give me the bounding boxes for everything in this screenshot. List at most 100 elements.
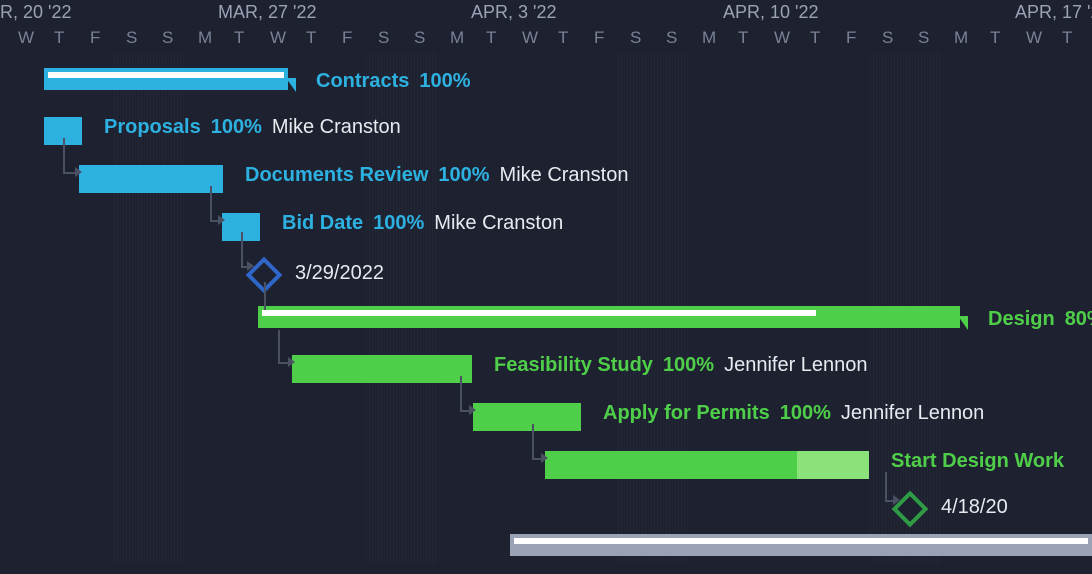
summary-name: Contracts [316,70,409,93]
summary-label-group: Contracts100% [316,70,471,93]
task-name: Start Design Work [891,450,1064,473]
timeline-day-label: S [630,28,641,48]
dependency-connector [532,424,534,458]
task-assignee: Jennifer Lennon [841,402,984,425]
timeline-day-label: S [414,28,425,48]
timeline-day-label: M [954,28,968,48]
timeline-day-label: T [810,28,820,48]
dependency-arrow-icon [469,405,476,415]
task-assignee: Mike Cranston [272,116,401,139]
summary-end-cap [286,78,296,92]
summary-bar[interactable] [510,534,1092,556]
task-label-group: Start Design Work [891,450,1064,473]
timeline-day-label: T [738,28,748,48]
task-pct: 100% [438,164,489,187]
timeline-day-label: S [918,28,929,48]
gantt-row: Apply for Permits 100% Jennifer Lennon [0,394,1092,440]
timeline-day-label: T [558,28,568,48]
dependency-connector [241,232,243,266]
summary-progress [514,538,1088,544]
dependency-connector [278,362,288,364]
gantt-row: 3/29/2022 [0,252,1092,298]
timeline-day-label: W [774,28,790,48]
task-bar[interactable] [292,355,472,383]
timeline-week-label: APR, 17 '22 [1015,2,1092,23]
task-label-group: Apply for Permits 100% Jennifer Lennon [603,402,984,425]
timeline-day-label: T [54,28,64,48]
timeline-day-label: T [306,28,316,48]
dependency-arrow-icon [541,453,548,463]
task-bar[interactable] [473,403,581,431]
gantt-row: Contracts100% [0,62,1092,108]
timeline-week-label: MAR, 27 '22 [218,2,316,23]
task-name: Proposals [104,116,201,139]
gantt-row: 4/18/20 [0,486,1092,532]
milestone-date: 3/29/2022 [295,262,384,285]
task-label-group: Proposals 100% Mike Cranston [104,116,401,139]
timeline-day-label: F [594,28,604,48]
milestone-date: 4/18/20 [941,496,1008,519]
timeline-week-label: APR, 3 '22 [471,2,556,23]
timeline-header: R, 20 '22 MAR, 27 '22 APR, 3 '22 APR, 10 '2… [0,0,1092,56]
task-name: Apply for Permits [603,402,770,425]
summary-progress [262,310,816,316]
timeline-day-label: F [846,28,856,48]
timeline-day-label: W [1026,28,1042,48]
dependency-arrow-icon [218,215,225,225]
task-pct: 100% [211,116,262,139]
task-bar[interactable] [79,165,223,193]
task-pct: 100% [373,212,424,235]
task-name: Documents Review [245,164,428,187]
timeline-day-label: S [882,28,893,48]
timeline-day-label: M [198,28,212,48]
summary-bar[interactable] [258,306,960,328]
task-label-group: Documents Review 100% Mike Cranston [245,164,628,187]
timeline-day-label: W [270,28,286,48]
summary-bar[interactable] [44,68,288,90]
dependency-connector [210,186,212,220]
timeline-day-label: M [702,28,716,48]
dependency-arrow-icon [893,495,900,505]
task-assignee: Mike Cranston [500,164,629,187]
timeline-day-label: T [1062,28,1072,48]
gantt-row: Start Design Work [0,442,1092,488]
task-label-group: Bid Date 100% Mike Cranston [282,212,563,235]
task-bar[interactable] [545,451,869,479]
summary-progress [48,72,284,78]
timeline-day-label: F [90,28,100,48]
dependency-connector [63,138,65,172]
task-assignee: Mike Cranston [434,212,563,235]
dependency-arrow-icon [75,167,82,177]
gantt-row: Proposals 100% Mike Cranston [0,108,1092,154]
timeline-day-label: S [378,28,389,48]
summary-pct: 80% [1065,308,1092,331]
timeline-day-label: M [450,28,464,48]
task-progress-fill [545,451,797,479]
summary-end-cap [958,316,968,330]
timeline-week-label: R, 20 '22 [0,2,71,23]
dependency-connector [885,472,887,500]
dependency-connector [885,500,893,502]
dependency-connector [532,458,541,460]
dependency-connector [63,172,75,174]
summary-name: Design [988,308,1055,331]
summary-label-group: Design 80% [988,308,1092,331]
task-pct: 100% [780,402,831,425]
dependency-connector [278,330,280,362]
timeline-week-label: APR, 10 '22 [723,2,819,23]
dependency-arrow-icon [288,357,295,367]
task-name: Feasibility Study [494,354,653,377]
dependency-connector [264,282,266,310]
dependency-connector [210,220,218,222]
gantt-row: Documents Review 100% Mike Cranston [0,156,1092,202]
gantt-row: Bid Date 100% Mike Cranston [0,204,1092,250]
task-name: Bid Date [282,212,363,235]
gantt-row: Feasibility Study100%Jennifer Lennon [0,346,1092,392]
gantt-chart: R, 20 '22 MAR, 27 '22 APR, 3 '22 APR, 10 '2… [0,0,1092,564]
timeline-day-label: W [18,28,34,48]
task-pct: 100% [663,354,714,377]
timeline-day-label: T [234,28,244,48]
dependency-arrow-icon [247,261,254,271]
timeline-day-label: F [342,28,352,48]
timeline-day-label: T [990,28,1000,48]
